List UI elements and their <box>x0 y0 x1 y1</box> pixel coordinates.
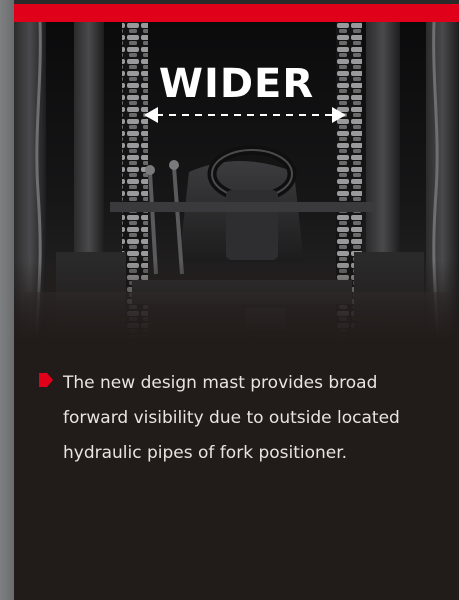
red-pentagon-arrow-icon <box>39 373 53 387</box>
feature-card: WIDER The new design mast provides broad… <box>14 22 459 600</box>
feature-description: The new design mast provides broad forwa… <box>38 366 438 471</box>
feature-page: WIDER The new design mast provides broad… <box>0 0 459 600</box>
accent-bar <box>14 0 459 22</box>
headline: WIDER <box>158 61 315 107</box>
description-text: The new design mast provides broad forwa… <box>63 373 400 463</box>
forklift-mast-image: WIDER <box>14 22 459 340</box>
